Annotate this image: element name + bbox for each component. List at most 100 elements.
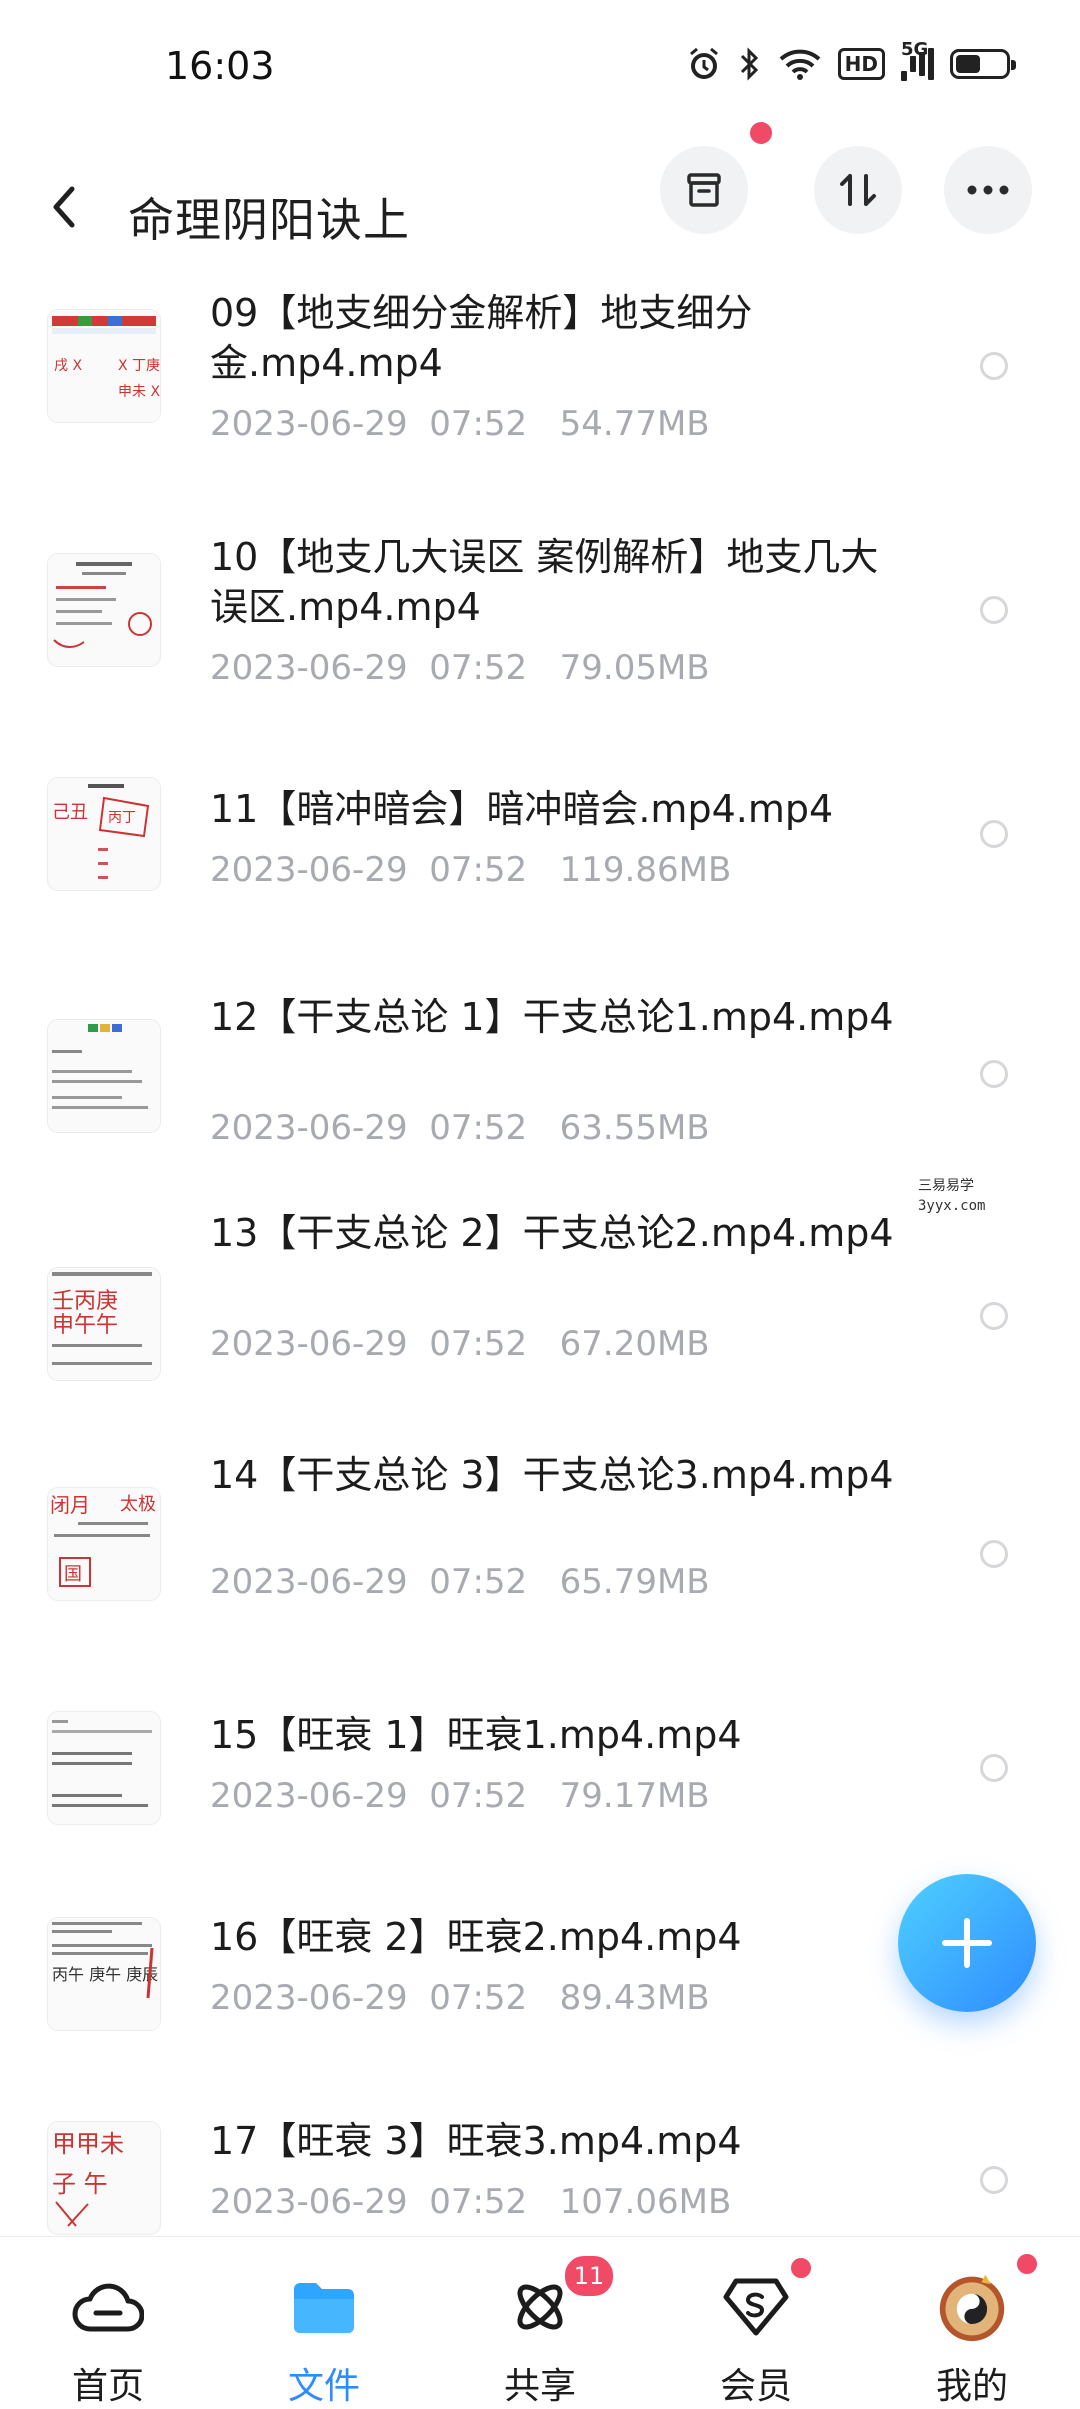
file-size: 63.55MB (559, 1108, 710, 1148)
watermark: 三易易学 3yyx.com (918, 1176, 985, 1216)
file-meta: 2023-06-29 07:52 89.43MB (210, 1978, 710, 2018)
vip-notification-dot (788, 2255, 814, 2281)
file-date: 2023-06-29 07:52 (210, 1776, 528, 1816)
svg-text:己丑: 己丑 (52, 802, 88, 823)
list-item[interactable]: 12【干支总论 1】干支总论1.mp4.mp4 2023-06-29 07:52… (0, 956, 1080, 1208)
nav-label: 会员 (719, 2366, 792, 2407)
select-radio[interactable] (980, 820, 1008, 848)
nav-home[interactable]: 首页 (0, 2237, 216, 2407)
nav-me[interactable]: 我的 (864, 2237, 1080, 2407)
file-date: 2023-06-29 07:52 (210, 1562, 528, 1602)
add-button[interactable] (898, 1874, 1036, 2012)
file-name: 14【干支总论 3】干支总论3.mp4.mp4 (210, 1453, 894, 1497)
file-date: 2023-06-29 07:52 (210, 2182, 528, 2222)
network-type-label: 5G (901, 39, 929, 60)
nav-files[interactable]: 文件 (216, 2237, 432, 2407)
file-meta: 2023-06-29 07:52 107.06MB (210, 2182, 731, 2222)
status-time: 16:03 (165, 44, 275, 88)
file-date: 2023-06-29 07:52 (210, 1978, 528, 2018)
video-thumbnail (48, 554, 160, 666)
nav-share[interactable]: 共享 11 (432, 2237, 648, 2407)
file-name: 13【干支总论 2】干支总论2.mp4.mp4 (210, 1211, 894, 1255)
file-meta: 2023-06-29 07:52 54.77MB (210, 404, 710, 444)
video-thumbnail (48, 1712, 160, 1824)
sort-button[interactable] (814, 146, 902, 234)
svg-text:闭月: 闭月 (50, 1493, 90, 1517)
file-meta: 2023-06-29 07:52 67.20MB (210, 1324, 710, 1364)
file-size: 119.86MB (559, 850, 732, 890)
svg-text:X 丁庚: X 丁庚 (118, 358, 160, 374)
svg-text:丙午 庚午 庚辰: 丙午 庚午 庚辰 (52, 1965, 158, 1984)
archive-button[interactable] (660, 146, 748, 234)
list-item[interactable]: 戌 X X 丁庚申未 X 09【地支细分金解析】地支细分金.mp4.mp4 202… (0, 268, 1080, 512)
status-bar: 16:03 HD 5G (0, 0, 1080, 140)
nav-label: 共享 (503, 2366, 576, 2407)
file-name: 16【旺衰 2】旺衰2.mp4.mp4 (210, 1915, 742, 1959)
watermark-title: 三易易学 (918, 1178, 974, 1194)
battery-icon (950, 49, 1016, 79)
select-radio[interactable] (980, 1754, 1008, 1782)
file-meta: 2023-06-29 07:52 79.05MB (210, 648, 710, 688)
file-name: 12【干支总论 1】干支总论1.mp4.mp4 (210, 995, 894, 1039)
video-thumbnail: 己丑 丙丁 (48, 778, 160, 890)
list-item[interactable]: 闭月 太极国 14【干支总论 3】干支总论3.mp4.mp4 2023-06-29… (0, 1448, 1080, 1686)
notification-dot (750, 122, 772, 144)
video-thumbnail: 壬丙庚 申午午 (48, 1268, 160, 1380)
file-date: 2023-06-29 07:52 (210, 850, 528, 890)
file-date: 2023-06-29 07:52 (210, 404, 528, 444)
svg-text:子 午: 子 午 (52, 2170, 108, 2198)
video-thumbnail (48, 1020, 160, 1132)
svg-text:戌 X: 戌 X (54, 358, 82, 374)
nav-vip[interactable]: 会员 (648, 2237, 864, 2407)
status-icons: HD 5G (686, 39, 1016, 82)
list-item[interactable]: 15【旺衰 1】旺衰1.mp4.mp4 2023-06-29 07:52 79.… (0, 1686, 1080, 1890)
video-thumbnail: 戌 X X 丁庚申未 X (48, 310, 160, 422)
video-thumbnail: 闭月 太极国 (48, 1488, 160, 1600)
more-options-button[interactable] (944, 146, 1032, 234)
file-meta: 2023-06-29 07:52 65.79MB (210, 1562, 710, 1602)
file-size: 79.05MB (559, 648, 710, 688)
file-size: 54.77MB (559, 404, 710, 444)
page-title: 命理阴阳诀上 (128, 193, 410, 247)
svg-text:壬丙庚: 壬丙庚 (52, 1289, 118, 1314)
select-radio[interactable] (980, 1540, 1008, 1568)
vip-diamond-icon (720, 2271, 792, 2343)
svg-text:甲甲未: 甲甲未 (52, 2130, 124, 2158)
select-radio[interactable] (980, 1302, 1008, 1330)
select-radio[interactable] (980, 352, 1008, 380)
share-count-badge: 11 (562, 2253, 616, 2299)
me-notification-dot (1014, 2251, 1040, 2277)
nav-label: 首页 (71, 2366, 144, 2407)
file-meta: 2023-06-29 07:52 63.55MB (210, 1108, 710, 1148)
file-date: 2023-06-29 07:52 (210, 648, 528, 688)
file-name: 17【旺衰 3】旺衰3.mp4.mp4 (210, 2119, 742, 2163)
file-name: 09【地支细分金解析】地支细分金.mp4.mp4 (210, 291, 753, 385)
chevron-left-icon (53, 186, 75, 228)
list-item[interactable]: 壬丙庚 申午午 13【干支总论 2】干支总论2.mp4.mp4 2023-06-2… (0, 1208, 1080, 1448)
svg-text:国: 国 (64, 1564, 82, 1585)
sort-icon (840, 174, 876, 206)
more-dots-icon (967, 185, 1009, 195)
back-button[interactable] (48, 164, 98, 250)
file-date: 2023-06-29 07:52 (210, 1324, 528, 1364)
folder-icon (288, 2271, 360, 2343)
file-name: 15【旺衰 1】旺衰1.mp4.mp4 (210, 1713, 742, 1757)
file-size: 89.43MB (559, 1978, 710, 2018)
svg-text:申未 X: 申未 X (118, 384, 160, 400)
bottom-nav: 首页 文件 共享 11 会员 我的 (0, 2236, 1080, 2407)
select-radio[interactable] (980, 1060, 1008, 1088)
cloud-home-icon (72, 2271, 144, 2343)
video-thumbnail: 甲甲未子 午 (48, 2122, 160, 2234)
wifi-icon (778, 47, 822, 81)
nav-label: 我的 (935, 2366, 1008, 2407)
list-item[interactable]: 己丑 丙丁 11【暗冲暗会】暗冲暗会.mp4.mp4 2023-06-29 07:… (0, 756, 1080, 956)
file-size: 107.06MB (559, 2182, 732, 2222)
file-meta: 2023-06-29 07:52 119.86MB (210, 850, 731, 890)
nav-label: 文件 (287, 2366, 360, 2407)
video-thumbnail: 丙午 庚午 庚辰 (48, 1918, 160, 2030)
select-radio[interactable] (980, 2166, 1008, 2194)
select-radio[interactable] (980, 596, 1008, 624)
list-item[interactable]: 10【地支几大误区 案例解析】地支几大误区.mp4.mp4 2023-06-29… (0, 512, 1080, 756)
list-item[interactable]: 甲甲未子 午 17【旺衰 3】旺衰3.mp4.mp4 2023-06-29 07… (0, 2094, 1080, 2236)
watermark-url: 3yyx.com (918, 1198, 986, 1214)
